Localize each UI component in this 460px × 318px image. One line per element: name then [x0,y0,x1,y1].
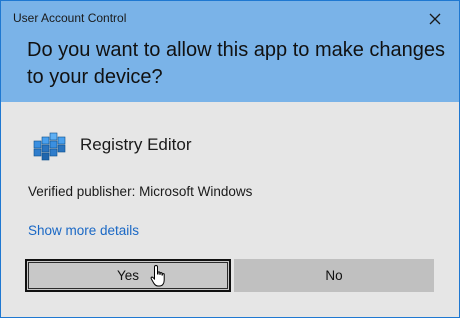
no-button-label: No [325,268,343,283]
close-icon [429,13,441,25]
dialog-title: User Account Control [13,11,127,25]
no-button[interactable]: No [234,259,434,292]
yes-button-label: Yes [116,268,140,283]
dialog-question: Do you want to allow this app to make ch… [27,39,446,88]
dialog-header: User Account Control Do you want to allo… [1,1,459,102]
app-name: Registry Editor [80,135,192,154]
hand-cursor-icon [150,264,165,287]
registry-editor-icon [33,132,66,161]
close-button[interactable] [421,7,449,31]
uac-dialog: User Account Control Do you want to allo… [0,0,460,318]
publisher-text: Verified publisher: Microsoft Windows [28,184,253,199]
show-more-details-link[interactable]: Show more details [28,223,139,238]
yes-button[interactable]: Yes [25,259,231,292]
app-row: Registry Editor [28,120,191,170]
